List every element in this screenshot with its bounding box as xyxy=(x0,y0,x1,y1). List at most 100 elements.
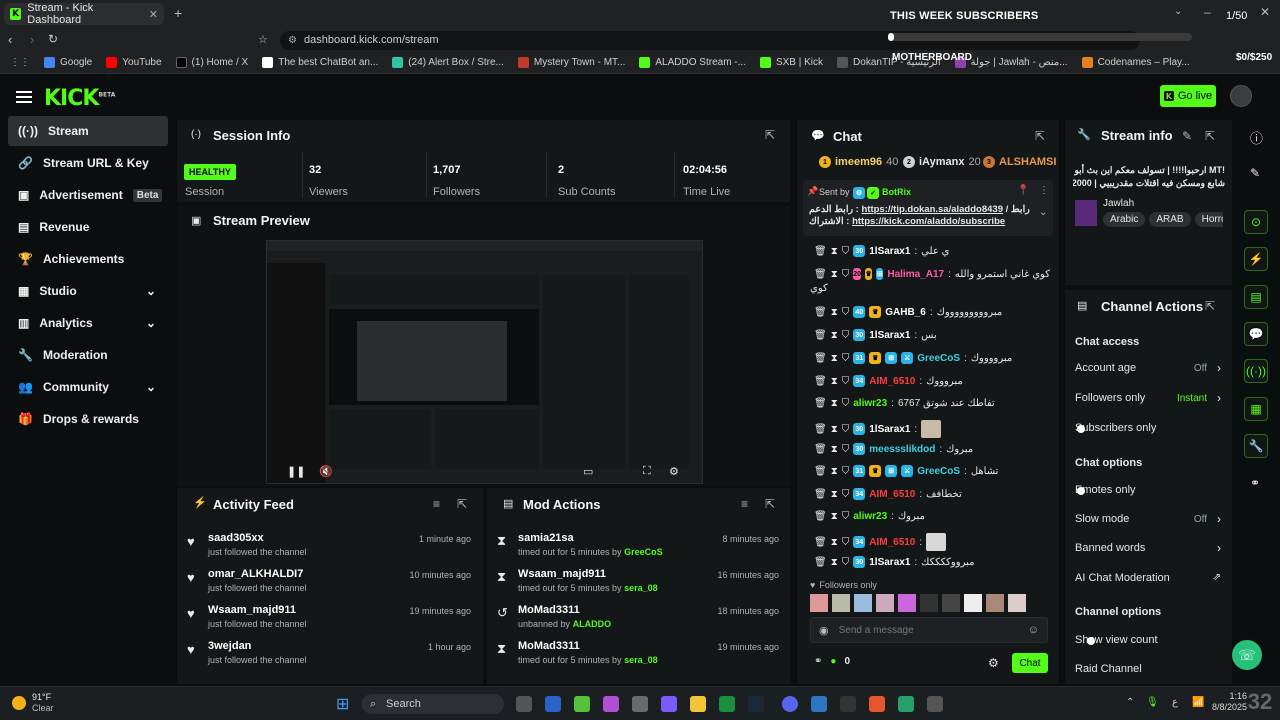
sidebar-item-studio[interactable]: ▦ Studio ⌄ xyxy=(8,276,168,306)
brave-icon[interactable] xyxy=(869,696,885,712)
timeout-icon[interactable]: ⧗ xyxy=(831,353,838,364)
sidebar-item-drops-rewards[interactable]: 🎁 Drops & rewards xyxy=(8,404,168,434)
category-name[interactable]: Jawlah xyxy=(1103,198,1134,209)
app-icon[interactable] xyxy=(661,696,677,712)
sidebar-item-revenue[interactable]: ▤ Revenue xyxy=(8,212,168,242)
category-thumbnail[interactable] xyxy=(1075,200,1097,226)
bookmark-item[interactable]: Google xyxy=(44,57,92,68)
site-info-icon[interactable]: ⚙ xyxy=(288,31,297,50)
chat-message[interactable]: 🗑 ⧗ ⛉ 30 1lSarax1: xyxy=(814,420,1050,438)
chat-users-icon[interactable]: ⚭ xyxy=(814,656,822,667)
chat-message[interactable]: 🗑 ⧗ ⛉ 31 ♛ ⊞ ⚔ GreeCoS: تشاهل xyxy=(814,465,1050,477)
settings-icon[interactable]: ⚙ xyxy=(669,465,679,478)
delete-icon[interactable]: 🗑 xyxy=(814,398,827,409)
reload-icon[interactable]: ↻ xyxy=(48,32,58,46)
chat-message[interactable]: 🗑 ⧗ ⛉ 34 AIM_6510: تخطافف xyxy=(814,488,1050,500)
sidebar-item-community[interactable]: 👥 Community ⌄ xyxy=(8,372,168,402)
back-icon[interactable]: ‹ xyxy=(8,32,12,47)
delete-icon[interactable]: 🗑 xyxy=(814,424,827,435)
bookmark-item[interactable]: ALADDO Stream -... xyxy=(639,57,746,68)
kick-logo[interactable]: KICKBETA xyxy=(44,86,115,111)
chat-message[interactable]: 🗑 ⧗ ⛉ 34 AIM_6510: مبروووك xyxy=(814,375,1050,387)
hamburger-menu-icon[interactable] xyxy=(16,88,32,106)
account-age-row[interactable]: Account age Off › xyxy=(1075,361,1221,378)
emote-image[interactable] xyxy=(810,594,828,612)
emote-image[interactable] xyxy=(986,594,1004,612)
mute-icon[interactable]: 🔇 xyxy=(319,465,333,478)
chat-message[interactable]: 🗑 ⧗ ⛉ 40 ♛ GAHB_6: مبروووووووووك xyxy=(814,306,1050,318)
app-icon[interactable] xyxy=(811,696,827,712)
sidebar-item-moderation[interactable]: 🔧 Moderation xyxy=(8,340,168,370)
app-icon[interactable] xyxy=(574,696,590,712)
microphone-icon[interactable]: 🎙 xyxy=(1146,697,1159,708)
smiley-icon[interactable]: ☺ xyxy=(1028,624,1039,636)
new-tab-icon[interactable]: + xyxy=(174,5,182,21)
forward-icon[interactable]: › xyxy=(30,32,34,47)
edit-icon[interactable]: ✎ xyxy=(1182,129,1192,143)
pip-icon[interactable]: ▭ xyxy=(583,465,593,478)
delete-icon[interactable]: 🗑 xyxy=(814,489,827,500)
subscribe-link[interactable]: https://kick.com/aladdo/subscribe xyxy=(852,216,1005,227)
timeout-icon[interactable]: ⧗ xyxy=(831,537,838,548)
discord-icon[interactable] xyxy=(782,696,798,712)
bookmark-item[interactable]: YouTube xyxy=(106,57,162,68)
popout-icon[interactable]: ⇱ xyxy=(457,497,467,511)
tool-layout-icon[interactable]: ▦ xyxy=(1244,397,1268,421)
apps-icon[interactable]: ⋮⋮ xyxy=(10,57,30,68)
app-icon[interactable] xyxy=(840,696,856,712)
wifi-icon[interactable]: 📶 xyxy=(1192,697,1204,708)
taskbar-search[interactable]: ⌕ Search xyxy=(362,694,504,714)
sidebar-item-stream[interactable]: ((·)) Stream xyxy=(8,116,168,146)
emote-image[interactable] xyxy=(964,594,982,612)
raid-channel-row[interactable]: Raid Channel xyxy=(1075,663,1221,679)
close-window-icon[interactable]: ✕ xyxy=(1260,5,1270,19)
timeout-icon[interactable]: ⧗ xyxy=(831,444,838,455)
delete-icon[interactable]: 🗑 xyxy=(814,537,827,548)
app-icon[interactable] xyxy=(898,696,914,712)
chat-leader[interactable]: 3 ALSHAMSI xyxy=(983,156,1056,168)
emote-picker-icon[interactable]: ◉ xyxy=(819,624,829,637)
edit-icon[interactable]: ✎ xyxy=(1250,166,1260,180)
delete-icon[interactable]: 🗑 xyxy=(814,353,827,364)
filter-icon[interactable]: ≡ xyxy=(433,497,440,511)
sidebar-item-analytics[interactable]: ▥ Analytics ⌄ xyxy=(8,308,168,338)
slow-mode-row[interactable]: Slow mode Off › xyxy=(1075,512,1221,529)
delete-icon[interactable]: 🗑 xyxy=(814,511,827,522)
delete-icon[interactable]: 🗑 xyxy=(814,444,827,455)
emote-image[interactable] xyxy=(920,594,938,612)
timeout-icon[interactable]: ⧗ xyxy=(831,511,838,522)
timeout-icon[interactable]: ⧗ xyxy=(831,269,838,280)
sidebar-item-stream-url-key[interactable]: 🔗 Stream URL & Key xyxy=(8,148,168,178)
ai-moderation-row[interactable]: AI Chat Moderation ⇗ xyxy=(1075,572,1221,588)
tool-broadcast-icon[interactable]: ((·)) xyxy=(1244,359,1268,383)
banned-words-row[interactable]: Banned words › xyxy=(1075,541,1221,558)
file-explorer-icon[interactable] xyxy=(690,696,706,712)
chat-message[interactable]: 🗑 ⧗ ⛉ 30 meessslikdod: مبروك xyxy=(814,443,1050,455)
sidebar-item-achievements[interactable]: 🏆 Achievements xyxy=(8,244,168,274)
fullscreen-icon[interactable]: ⛶ xyxy=(643,465,651,478)
windows-start-icon[interactable]: ⊞ xyxy=(336,694,349,714)
chat-message[interactable]: 🗑 ⧗ ⛉ 30 1lSarax1: مبرووككككك xyxy=(814,556,1050,568)
send-chat-button[interactable]: Chat xyxy=(1012,653,1048,673)
tag[interactable]: Arabic xyxy=(1103,212,1146,227)
bookmark-icon[interactable]: ☆ xyxy=(258,33,268,46)
chat-leader[interactable]: 2 iAymanx 20 xyxy=(903,156,981,168)
delete-icon[interactable]: 🗑 xyxy=(814,307,827,318)
chat-message[interactable]: 🗑 ⧗ ⛉ aliwr23: مبروك xyxy=(814,511,1050,522)
tip-link[interactable]: https://tip.dokan.sa/aladdo8439 xyxy=(862,204,1003,215)
steam-icon[interactable] xyxy=(748,696,764,712)
support-chat-button[interactable]: ☏ xyxy=(1232,640,1262,670)
emote-image[interactable] xyxy=(876,594,894,612)
timeout-icon[interactable]: ⧗ xyxy=(831,330,838,341)
more-options-icon[interactable]: ⋮ xyxy=(1039,185,1049,196)
delete-icon[interactable]: 🗑 xyxy=(814,330,827,341)
popout-icon[interactable]: ⇱ xyxy=(1205,299,1215,313)
bookmark-item[interactable]: SXB | Kick xyxy=(759,57,823,68)
chat-settings-icon[interactable]: ⚙ xyxy=(988,656,999,670)
timeout-icon[interactable]: ⧗ xyxy=(831,246,838,257)
user-avatar[interactable] xyxy=(1230,85,1252,107)
tag[interactable]: Horror xyxy=(1194,212,1223,227)
chat-message[interactable]: 🗑 ⧗ ⛉ 20 ♛ ⊞ Halima_A17: كوي غاني استمرو و… xyxy=(814,268,1050,280)
clock[interactable]: 1:16 8/8/2025 xyxy=(1212,691,1247,713)
delete-icon[interactable]: 🗑 xyxy=(814,269,827,280)
